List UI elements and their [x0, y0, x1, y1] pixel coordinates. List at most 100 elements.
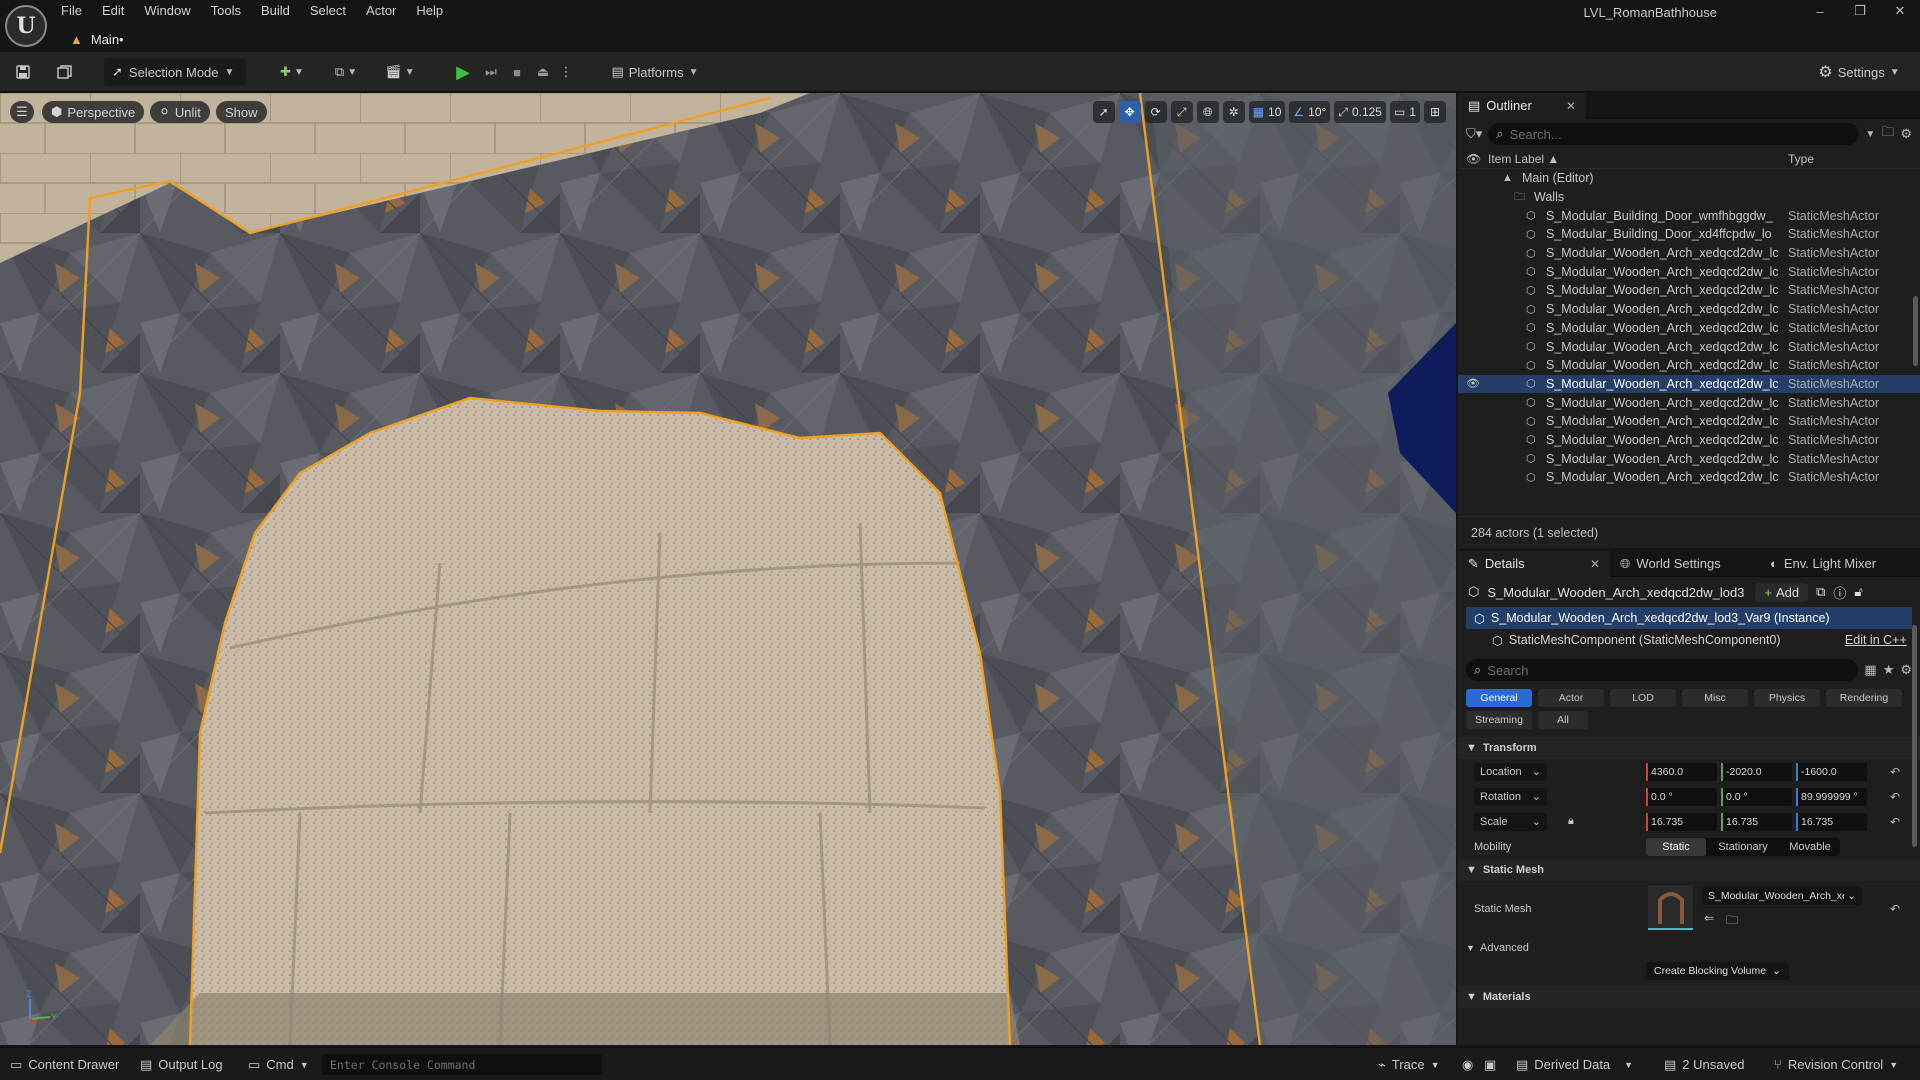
scale-tool-icon[interactable]: ⤢ — [1170, 101, 1193, 123]
reset-icon[interactable]: ↶ — [1890, 765, 1900, 779]
translate-tool-icon[interactable]: ✥ — [1118, 101, 1141, 123]
outliner-row[interactable]: ⬡ S_Modular_Wooden_Arch_xedqcd2dw_lc Stati… — [1458, 449, 1920, 468]
column-item-label[interactable]: Item Label ▲ — [1488, 152, 1788, 166]
visibility-eye-icon[interactable]: 👁︎ — [1466, 377, 1480, 390]
details-search-input[interactable]: ⌕ Search — [1466, 659, 1859, 681]
show-button[interactable]: Show — [216, 101, 267, 123]
filter-rendering[interactable]: Rendering — [1826, 689, 1902, 707]
filter-all[interactable]: All — [1538, 711, 1588, 729]
help-icon[interactable]: ⓘ — [1833, 583, 1846, 602]
blueprint-icon[interactable]: ⧉ — [1816, 584, 1825, 600]
tree-folder-walls[interactable]: 🗀︎ Walls — [1458, 188, 1920, 207]
menu-file[interactable]: File — [52, 0, 93, 22]
cmd-dropdown[interactable]: ▭ Cmd ▼ — [248, 1048, 309, 1080]
scale-y-field[interactable]: 16.735 — [1721, 812, 1792, 831]
menu-tools[interactable]: Tools — [202, 0, 252, 22]
rotate-tool-icon[interactable]: ⟳ — [1144, 101, 1167, 123]
reset-icon[interactable]: ↶ — [1890, 815, 1900, 829]
menu-select[interactable]: Select — [301, 0, 357, 22]
rotation-z-field[interactable]: 89.999999 ° — [1796, 787, 1867, 806]
play-button[interactable]: ▶ — [450, 58, 476, 86]
rotation-dropdown[interactable]: Rotation ⌄ — [1474, 787, 1547, 806]
menu-edit[interactable]: Edit — [93, 0, 135, 22]
location-dropdown[interactable]: Location ⌄ — [1474, 762, 1547, 781]
perspective-button[interactable]: ⬢ Perspective — [42, 101, 145, 123]
cinematics-button[interactable]: 🎬︎ ▼ — [380, 58, 420, 86]
table-view-icon[interactable]: ▦ — [1864, 662, 1876, 678]
derived-data-dropdown[interactable]: ▤ Derived Data ▼ — [1516, 1048, 1633, 1080]
view-mode-button[interactable]: ⚪︎ Unlit — [150, 101, 210, 123]
platforms-dropdown[interactable]: ▤ Platforms ▼ — [606, 58, 704, 86]
outliner-row[interactable]: ⬡ S_Modular_Wooden_Arch_xedqcd2dw_lc Stati… — [1458, 319, 1920, 338]
tab-world-settings[interactable]: 🌐︎ World Settings — [1610, 551, 1760, 577]
scale-snap-button[interactable]: ⤢ 0.125 — [1334, 101, 1386, 123]
outliner-row[interactable]: ⬡ S_Modular_Building_Door_xd4ffcpdw_lo Sta… — [1458, 225, 1920, 244]
location-z-field[interactable]: -1600.0 — [1796, 762, 1867, 781]
outliner-row[interactable]: ⬡ S_Modular_Wooden_Arch_xedqcd2dw_lc Stati… — [1458, 244, 1920, 263]
outliner-row[interactable]: ⬡ S_Modular_Wooden_Arch_xedqcd2dw_lc Stati… — [1458, 412, 1920, 431]
screenshot-icon[interactable]: ▣ — [1484, 1048, 1496, 1080]
save-icon[interactable] — [10, 58, 36, 86]
outliner-row[interactable]: ⬡ S_Modular_Wooden_Arch_xedqcd2dw_lc Stati… — [1458, 281, 1920, 300]
menu-actor[interactable]: Actor — [357, 0, 407, 22]
stop-button[interactable]: ■ — [504, 58, 530, 86]
gear-icon[interactable]: ⚙ — [1900, 126, 1912, 142]
surface-snap-icon[interactable]: ✲ — [1222, 101, 1245, 123]
actor-name-field[interactable]: S_Modular_Wooden_Arch_xedqcd2dw_lod3 — [1487, 585, 1747, 600]
outliner-row[interactable]: ⬡ S_Modular_Building_Door_wmfhbggdw_ Stati… — [1458, 206, 1920, 225]
transform-category[interactable]: ▼ Transform — [1458, 737, 1920, 759]
world-space-icon[interactable]: 🌐︎ — [1196, 101, 1219, 123]
outliner-row[interactable]: ⬡ S_Modular_Wooden_Arch_xedqcd2dw_lc Stati… — [1458, 300, 1920, 319]
outliner-row[interactable]: ⬡ S_Modular_Wooden_Arch_xedqcd2dw_lc Stati… — [1458, 468, 1920, 487]
maximize-button[interactable]: ❐ — [1840, 0, 1880, 22]
lock-icon[interactable]: 🔒︎ — [1568, 815, 1574, 828]
mobility-static[interactable]: Static — [1646, 837, 1706, 856]
blueprints-button[interactable]: ⧉ ▼ — [326, 58, 366, 86]
content-drawer-button[interactable]: ▭ Content Drawer — [10, 1048, 119, 1080]
unreal-logo[interactable]: U — [5, 5, 47, 47]
static-mesh-category[interactable]: ▼ Static Mesh — [1458, 859, 1920, 881]
menu-build[interactable]: Build — [252, 0, 301, 22]
viewport-menu-button[interactable]: ☰ — [10, 101, 34, 123]
grid-snap-button[interactable]: ▦ 10 — [1248, 101, 1286, 123]
layout-icon[interactable]: ⊞ — [1424, 101, 1446, 123]
outliner-row[interactable]: ⬡ S_Modular_Wooden_Arch_xedqcd2dw_lc Stati… — [1458, 262, 1920, 281]
level-viewport[interactable]: ☰ ⬢ Perspective ⚪︎ Unlit Show ➚ ✥ ⟳ ⤢ 🌐︎… — [0, 93, 1456, 1045]
chevron-down-icon[interactable]: ▼ — [1865, 129, 1875, 140]
minimize-button[interactable]: – — [1800, 0, 1840, 22]
unsaved-button[interactable]: ▤ 2 Unsaved — [1664, 1048, 1744, 1080]
reset-icon[interactable]: ↶ — [1890, 790, 1900, 804]
filter-general[interactable]: General — [1466, 689, 1532, 707]
column-type[interactable]: Type — [1788, 152, 1814, 166]
lock-icon[interactable]: 🔓︎ — [1854, 584, 1862, 600]
static-mesh-dropdown[interactable]: S_Modular_Wooden_Arch_xedqc ⌄ — [1702, 887, 1862, 905]
location-x-field[interactable]: 4360.0 — [1646, 762, 1717, 781]
selection-mode-dropdown[interactable]: ➚ Selection Mode ▼ — [104, 58, 246, 86]
menu-window[interactable]: Window — [135, 0, 201, 22]
outliner-row[interactable]: ⬡ S_Modular_Wooden_Arch_xedqcd2dw_lc Stati… — [1458, 393, 1920, 412]
scale-x-field[interactable]: 16.735 — [1646, 812, 1717, 831]
browse-content-icon[interactable] — [52, 58, 78, 86]
console-command-input[interactable]: Enter Console Command — [322, 1054, 602, 1075]
filter-misc[interactable]: Misc — [1682, 689, 1748, 707]
close-icon[interactable]: ✕ — [1590, 557, 1600, 571]
menu-help[interactable]: Help — [407, 0, 454, 22]
create-blocking-volume-button[interactable]: Create Blocking Volume ⌄ — [1646, 962, 1789, 980]
static-mesh-component-row[interactable]: ⬡ StaticMeshComponent (StaticMeshCompone… — [1466, 629, 1912, 651]
location-y-field[interactable]: -2020.0 — [1721, 762, 1792, 781]
star-icon[interactable]: ★ — [1883, 662, 1895, 678]
trace-dropdown[interactable]: ⌁ Trace ▼ — [1378, 1048, 1440, 1080]
filter-lod[interactable]: LOD — [1610, 689, 1676, 707]
tab-env-light-mixer[interactable]: ◐ Env. Light Mixer — [1760, 551, 1886, 577]
outliner-search-input[interactable]: ⌕ Search... — [1488, 123, 1860, 145]
add-actor-button[interactable]: ✚ ▼ — [272, 58, 312, 86]
select-tool-icon[interactable]: ➚ — [1092, 101, 1115, 123]
tab-details[interactable]: ✎ Details ✕ — [1458, 550, 1610, 577]
mobility-stationary[interactable]: Stationary — [1706, 838, 1780, 856]
mesh-thumbnail[interactable] — [1648, 885, 1693, 930]
play-options-button[interactable]: ⋮ — [556, 58, 576, 86]
advance-frame-button[interactable]: ⏭︎ — [478, 58, 504, 86]
output-log-button[interactable]: ▤ Output Log — [140, 1048, 223, 1080]
mobility-movable[interactable]: Movable — [1780, 838, 1840, 856]
edit-in-cpp-link[interactable]: Edit in C++ — [1845, 633, 1907, 647]
